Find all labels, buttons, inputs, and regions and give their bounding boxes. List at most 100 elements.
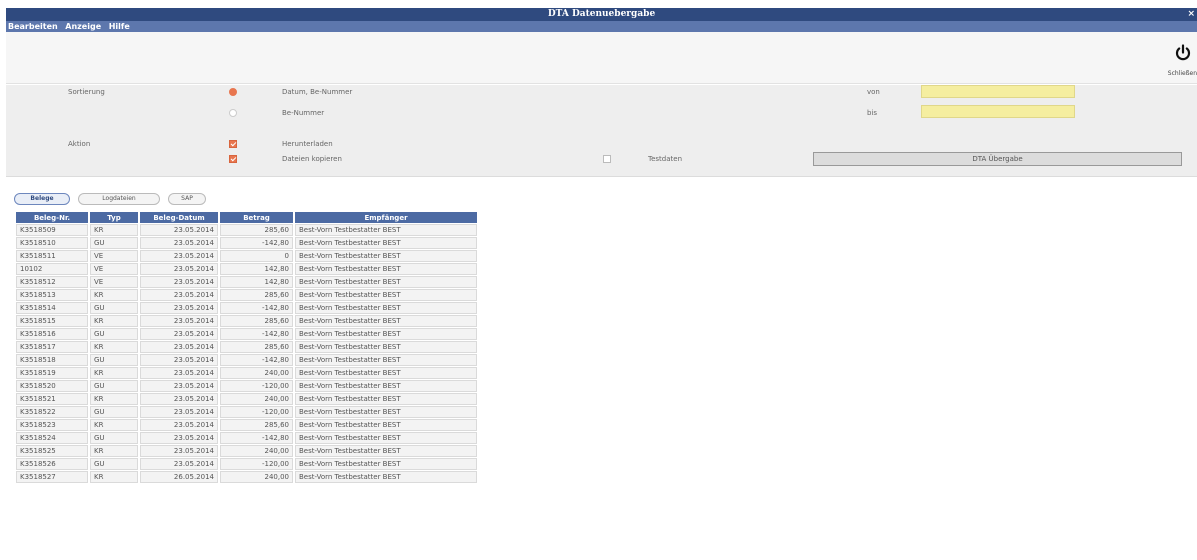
cell-beleg-datum: 23.05.2014 [140, 224, 218, 236]
table-row[interactable]: K3518509 KR 23.05.2014 285,60 Best-Vorn Test… [16, 224, 477, 236]
table-row[interactable]: K3518519 KR 23.05.2014 240,00 Best-Vorn Test… [16, 367, 477, 379]
cell-typ: GU [90, 237, 138, 249]
sort-option-date-label: Datum, Be-Nummer [282, 88, 353, 96]
cell-typ: GU [90, 406, 138, 418]
cell-empfaenger: Best-Vorn Testbestatter BEST [295, 263, 477, 275]
cell-empfaenger: Best-Vorn Testbestatter BEST [295, 406, 477, 418]
close-window-icon[interactable]: × [1187, 8, 1195, 21]
table-row[interactable]: K3518524 GU 23.05.2014 -142,80 Best-Vorn Tes… [16, 432, 477, 444]
von-label: von [867, 88, 880, 96]
filter-form: Sortierung Datum, Be-Nummer Be-Nummer vo… [6, 85, 1197, 177]
column-header-betrag[interactable]: Betrag [220, 212, 293, 223]
bis-input[interactable] [921, 105, 1075, 118]
column-header-beleg-datum[interactable]: Beleg-Datum [140, 212, 218, 223]
toolbar: Schließen [6, 32, 1197, 84]
table-row[interactable]: K3518518 GU 23.05.2014 -142,80 Best-Vorn Tes… [16, 354, 477, 366]
cell-beleg-nr: K3518513 [16, 289, 88, 301]
table-row[interactable]: K3518517 KR 23.05.2014 285,60 Best-Vorn Test… [16, 341, 477, 353]
cell-beleg-nr: K3518515 [16, 315, 88, 327]
cell-beleg-datum: 23.05.2014 [140, 328, 218, 340]
cell-beleg-datum: 23.05.2014 [140, 276, 218, 288]
cell-beleg-nr: K3518526 [16, 458, 88, 470]
tab-logdateien[interactable]: Logdateien [78, 193, 160, 205]
cell-beleg-nr: K3518512 [16, 276, 88, 288]
cell-empfaenger: Best-Vorn Testbestatter BEST [295, 224, 477, 236]
cell-empfaenger: Best-Vorn Testbestatter BEST [295, 419, 477, 431]
menu-item-anzeige[interactable]: Anzeige [65, 22, 101, 31]
cell-beleg-nr: K3518509 [16, 224, 88, 236]
cell-beleg-nr: K3518517 [16, 341, 88, 353]
cell-beleg-datum: 23.05.2014 [140, 367, 218, 379]
cell-beleg-datum: 23.05.2014 [140, 302, 218, 314]
table-row[interactable]: K3518513 KR 23.05.2014 285,60 Best-Vorn Test… [16, 289, 477, 301]
cell-betrag: 0 [220, 250, 293, 262]
table-row[interactable]: K3518510 GU 23.05.2014 -142,80 Best-Vorn Tes… [16, 237, 477, 249]
von-input[interactable] [921, 85, 1075, 98]
cell-beleg-datum: 23.05.2014 [140, 458, 218, 470]
cell-betrag: 142,80 [220, 276, 293, 288]
table-row[interactable]: K3518511 VE 23.05.2014 0 Best-Vorn Testbesta… [16, 250, 477, 262]
cell-beleg-datum: 26.05.2014 [140, 471, 218, 483]
cell-empfaenger: Best-Vorn Testbestatter BEST [295, 445, 477, 457]
cell-empfaenger: Best-Vorn Testbestatter BEST [295, 328, 477, 340]
column-header-empfaenger[interactable]: Empfänger [295, 212, 477, 223]
cell-beleg-datum: 23.05.2014 [140, 406, 218, 418]
cell-empfaenger: Best-Vorn Testbestatter BEST [295, 354, 477, 366]
menu-item-hilfe[interactable]: Hilfe [109, 22, 130, 31]
cell-beleg-nr: K3518519 [16, 367, 88, 379]
sort-option-number-label: Be-Nummer [282, 109, 325, 117]
table-row[interactable]: 10102 VE 23.05.2014 142,80 Best-Vorn Testbes… [16, 263, 477, 275]
cell-typ: KR [90, 289, 138, 301]
table-row[interactable]: K3518520 GU 23.05.2014 -120,00 Best-Vorn Tes… [16, 380, 477, 392]
power-icon[interactable] [1175, 44, 1191, 62]
dta-transfer-button[interactable]: DTA Übergabe [813, 152, 1182, 166]
table-row[interactable]: K3518522 GU 23.05.2014 -120,00 Best-Vorn Tes… [16, 406, 477, 418]
menu-item-bearbeiten[interactable]: Bearbeiten [8, 22, 58, 31]
cell-betrag: 285,60 [220, 419, 293, 431]
cell-beleg-nr: K3518514 [16, 302, 88, 314]
table-row[interactable]: K3518523 KR 23.05.2014 285,60 Best-Vorn Test… [16, 419, 477, 431]
cell-typ: GU [90, 302, 138, 314]
cell-typ: GU [90, 432, 138, 444]
close-button-label[interactable]: Schließen [1168, 70, 1197, 77]
cell-beleg-nr: K3518510 [16, 237, 88, 249]
cell-empfaenger: Best-Vorn Testbestatter BEST [295, 237, 477, 249]
cell-beleg-datum: 23.05.2014 [140, 341, 218, 353]
cell-typ: GU [90, 380, 138, 392]
cell-beleg-nr: K3518516 [16, 328, 88, 340]
cell-typ: KR [90, 224, 138, 236]
copy-files-checkbox[interactable] [229, 155, 237, 163]
column-header-beleg-nr[interactable]: Beleg-Nr. [16, 212, 88, 223]
table-row[interactable]: K3518512 VE 23.05.2014 142,80 Best-Vorn Test… [16, 276, 477, 288]
table-row[interactable]: K3518514 GU 23.05.2014 -142,80 Best-Vorn Tes… [16, 302, 477, 314]
table-row[interactable]: K3518515 KR 23.05.2014 285,60 Best-Vorn Test… [16, 315, 477, 327]
cell-betrag: 285,60 [220, 289, 293, 301]
cell-betrag: -142,80 [220, 328, 293, 340]
sort-radio-number[interactable] [229, 109, 237, 117]
cell-typ: VE [90, 263, 138, 275]
testdaten-checkbox[interactable] [603, 155, 611, 163]
table-row[interactable]: K3518526 GU 23.05.2014 -120,00 Best-Vorn Tes… [16, 458, 477, 470]
column-header-typ[interactable]: Typ [90, 212, 138, 223]
tab-belege[interactable]: Belege [14, 193, 70, 205]
cell-typ: VE [90, 250, 138, 262]
sort-radio-date[interactable] [229, 88, 237, 96]
cell-betrag: 240,00 [220, 393, 293, 405]
table-row[interactable]: K3518516 GU 23.05.2014 -142,80 Best-Vorn Tes… [16, 328, 477, 340]
cell-beleg-datum: 23.05.2014 [140, 250, 218, 262]
tab-sap[interactable]: SAP [168, 193, 206, 205]
download-checkbox[interactable] [229, 140, 237, 148]
table-row[interactable]: K3518521 KR 23.05.2014 240,00 Best-Vorn Test… [16, 393, 477, 405]
cell-betrag: -120,00 [220, 458, 293, 470]
cell-betrag: -120,00 [220, 406, 293, 418]
cell-empfaenger: Best-Vorn Testbestatter BEST [295, 432, 477, 444]
table-row[interactable]: K3518525 KR 23.05.2014 240,00 Best-Vorn Test… [16, 445, 477, 457]
cell-beleg-datum: 23.05.2014 [140, 380, 218, 392]
cell-beleg-nr: K3518511 [16, 250, 88, 262]
cell-empfaenger: Best-Vorn Testbestatter BEST [295, 289, 477, 301]
table-row[interactable]: K3518527 KR 26.05.2014 240,00 Best-Vorn Test… [16, 471, 477, 483]
cell-empfaenger: Best-Vorn Testbestatter BEST [295, 341, 477, 353]
cell-beleg-nr: K3518523 [16, 419, 88, 431]
window-title: DTA Datenuebergabe [547, 9, 656, 19]
cell-beleg-nr: K3518525 [16, 445, 88, 457]
